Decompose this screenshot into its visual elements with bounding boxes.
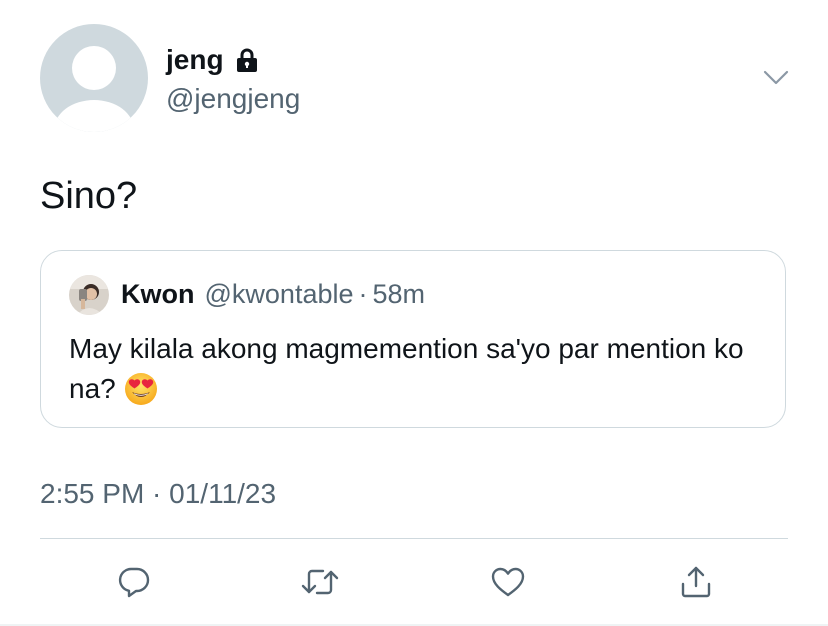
lock-icon <box>234 47 260 73</box>
chevron-down-icon <box>763 70 789 85</box>
quoted-author-name[interactable]: Kwon <box>121 277 195 311</box>
heart-icon <box>491 567 525 597</box>
tweet-timestamp[interactable]: 2:55 PM · 01/11/23 <box>40 476 276 512</box>
divider <box>40 538 788 539</box>
reply-icon <box>118 567 150 598</box>
quoted-avatar-photo <box>69 275 109 315</box>
author-handle[interactable]: @jengjeng <box>166 82 300 116</box>
retweet-button[interactable] <box>300 562 340 602</box>
author-display-name[interactable]: jeng <box>166 42 260 78</box>
quoted-tweet-header: Kwon @kwontable · 58m <box>121 277 425 311</box>
author-name-text: jeng <box>166 44 224 75</box>
quoted-author-handle[interactable]: @kwontable <box>205 277 354 311</box>
retweet-icon <box>301 569 339 595</box>
quoted-separator: · <box>358 279 368 309</box>
reply-button[interactable] <box>114 562 154 602</box>
quoted-tweet-body: May kilala akong magmemention sa'yo par … <box>69 333 744 404</box>
share-icon <box>681 566 711 598</box>
quoted-tweet-time[interactable]: 58m <box>373 277 426 311</box>
more-options-button[interactable] <box>762 66 790 90</box>
quoted-tweet-card[interactable]: Kwon @kwontable · 58m May kilala akong m… <box>40 250 786 428</box>
tweet-text: Sino? <box>40 175 138 217</box>
default-avatar-icon <box>40 24 148 132</box>
author-avatar[interactable] <box>40 24 148 132</box>
like-button[interactable] <box>488 562 528 602</box>
quoted-tweet-text: May kilala akong magmemention sa'yo par … <box>69 329 759 409</box>
heart-eyes-emoji-icon <box>124 372 158 406</box>
quoted-author-avatar[interactable] <box>69 275 109 315</box>
share-button[interactable] <box>676 562 716 602</box>
